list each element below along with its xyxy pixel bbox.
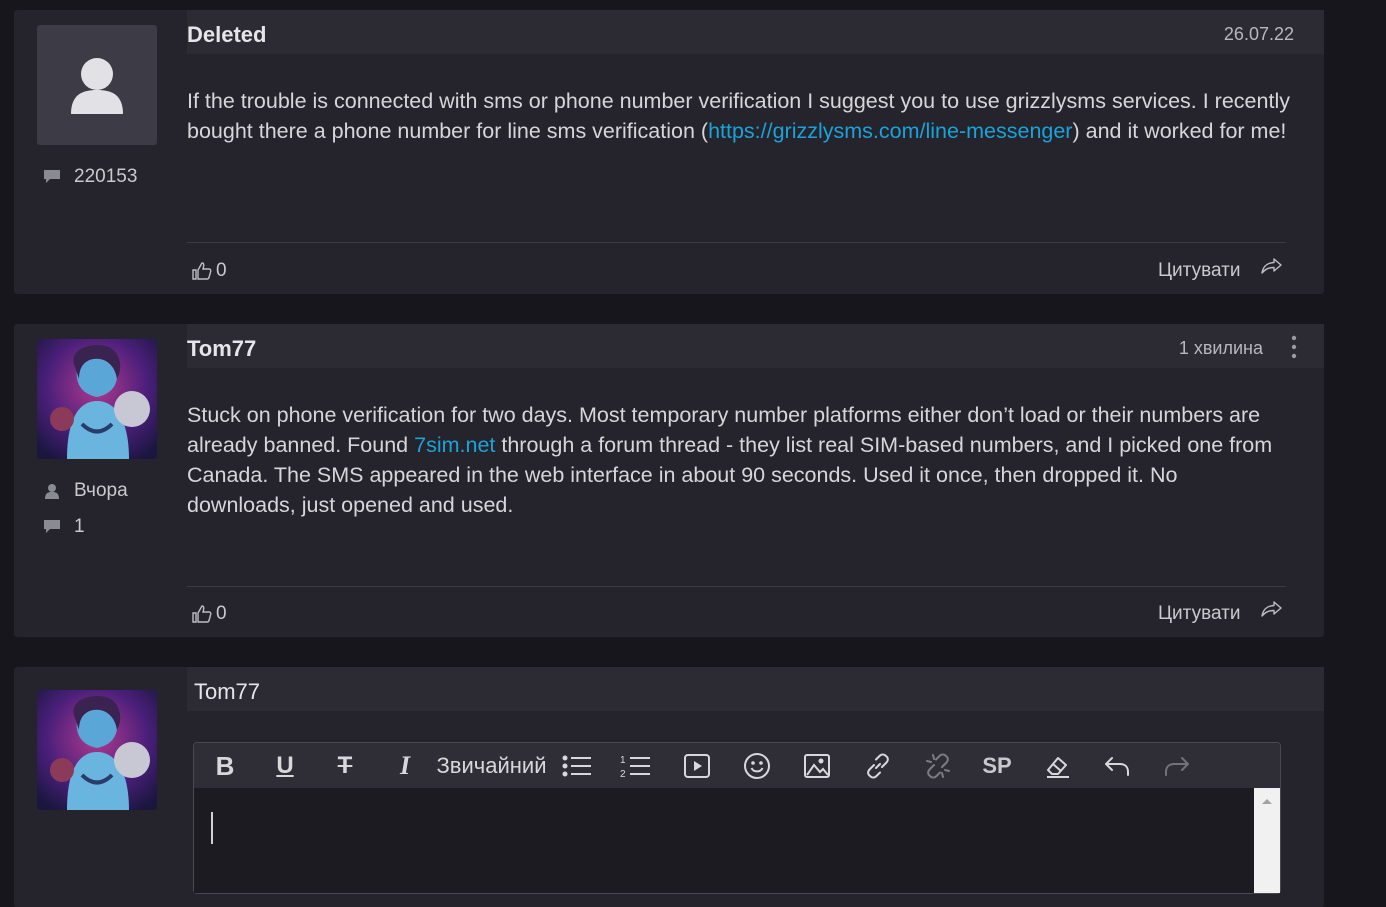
- last-seen: Вчора: [44, 480, 128, 502]
- post-date[interactable]: 1 хвилина: [1179, 338, 1263, 359]
- avatar-image: [37, 690, 157, 810]
- quote-button[interactable]: Цитувати: [1158, 603, 1240, 625]
- share-button[interactable]: [1261, 600, 1283, 623]
- quote-button[interactable]: Цитувати: [1158, 260, 1240, 282]
- more-vertical-icon: [1291, 335, 1297, 359]
- underline-button[interactable]: U: [268, 751, 302, 781]
- eraser-icon: [1047, 757, 1069, 778]
- scroll-up-arrow-icon[interactable]: [1254, 792, 1280, 812]
- post-body-text: ) and it worked for me!: [1072, 119, 1287, 143]
- post-link[interactable]: https://grizzlysms.com/line-messenger: [708, 119, 1072, 143]
- bullet-list-icon: [562, 755, 591, 777]
- unlink-button[interactable]: [921, 751, 955, 781]
- post-body: Stuck on phone verification for two days…: [187, 400, 1292, 520]
- reply-author: Tom77: [194, 679, 261, 704]
- post-2: Вчора 1 Tom77 1 хвилина Stuck on phone v…: [14, 324, 1324, 637]
- editor-textarea[interactable]: [194, 788, 1254, 893]
- post-author[interactable]: Tom77: [187, 336, 256, 362]
- like-count: 0: [216, 603, 227, 624]
- message-count: 1: [44, 516, 85, 538]
- post-1: 220153 Deleted 26.07.22 If the trouble i…: [14, 10, 1324, 294]
- share-icon: [1261, 601, 1282, 617]
- link-icon: [867, 753, 889, 779]
- post-divider: [187, 242, 1286, 243]
- text-cursor: [211, 812, 213, 844]
- user-silhouette-icon: [71, 58, 123, 114]
- avatar-default[interactable]: [37, 25, 157, 145]
- like-button[interactable]: 0: [192, 260, 227, 282]
- post-author[interactable]: Deleted: [187, 22, 266, 48]
- image-icon: [804, 754, 830, 778]
- post-header: [187, 10, 1324, 54]
- spoiler-button[interactable]: SP: [979, 751, 1015, 781]
- message-count: 220153: [44, 166, 137, 188]
- comment-icon: [44, 170, 60, 183]
- undo-button[interactable]: [1100, 751, 1134, 781]
- redo-icon: [1165, 757, 1189, 776]
- smile-icon: [744, 753, 770, 779]
- italic-button[interactable]: I: [388, 751, 422, 781]
- share-button[interactable]: [1261, 257, 1283, 280]
- unlink-icon: [926, 753, 950, 779]
- like-count: 0: [216, 260, 227, 281]
- share-icon: [1261, 258, 1282, 274]
- editor-toolbar: B U T I Звичайний 12 SP: [194, 743, 1280, 788]
- reply-header: [187, 667, 1324, 711]
- avatar-tom77[interactable]: [37, 339, 157, 459]
- emoji-button[interactable]: [740, 751, 774, 781]
- thumbs-up-icon: [192, 605, 212, 623]
- bold-button[interactable]: B: [208, 751, 242, 781]
- editor-scrollbar[interactable]: [1254, 788, 1280, 893]
- comment-icon: [44, 520, 60, 533]
- post-header: [187, 324, 1324, 368]
- message-count-value: 220153: [74, 166, 138, 187]
- format-select[interactable]: Звичайний: [434, 751, 549, 781]
- strikethrough-button[interactable]: T: [328, 751, 362, 781]
- last-seen-value: Вчора: [74, 480, 128, 501]
- post-divider: [187, 586, 1286, 587]
- image-button[interactable]: [800, 751, 834, 781]
- video-button[interactable]: [680, 751, 714, 781]
- numbered-list-icon: 12: [620, 755, 650, 779]
- user-icon: [45, 484, 59, 499]
- avatar-tom77[interactable]: [37, 690, 157, 810]
- post-link[interactable]: 7sim.net: [414, 433, 495, 457]
- editor: B U T I Звичайний 12 SP: [193, 742, 1281, 894]
- numbered-list-button[interactable]: 12: [619, 751, 653, 781]
- post-body: If the trouble is connected with sms or …: [187, 86, 1292, 146]
- post-date[interactable]: 26.07.22: [1224, 24, 1294, 45]
- svg-text:1: 1: [620, 755, 626, 766]
- like-button[interactable]: 0: [192, 603, 227, 625]
- redo-button[interactable]: [1160, 751, 1194, 781]
- play-icon: [684, 754, 710, 778]
- avatar-image: [37, 339, 157, 459]
- bullet-list-button[interactable]: [560, 751, 594, 781]
- clear-format-button[interactable]: [1041, 751, 1075, 781]
- undo-icon: [1105, 757, 1129, 776]
- svg-text:2: 2: [620, 769, 626, 779]
- thumbs-up-icon: [192, 262, 212, 280]
- post-menu-button[interactable]: [1288, 334, 1300, 360]
- link-button[interactable]: [861, 751, 895, 781]
- message-count-value: 1: [74, 516, 85, 537]
